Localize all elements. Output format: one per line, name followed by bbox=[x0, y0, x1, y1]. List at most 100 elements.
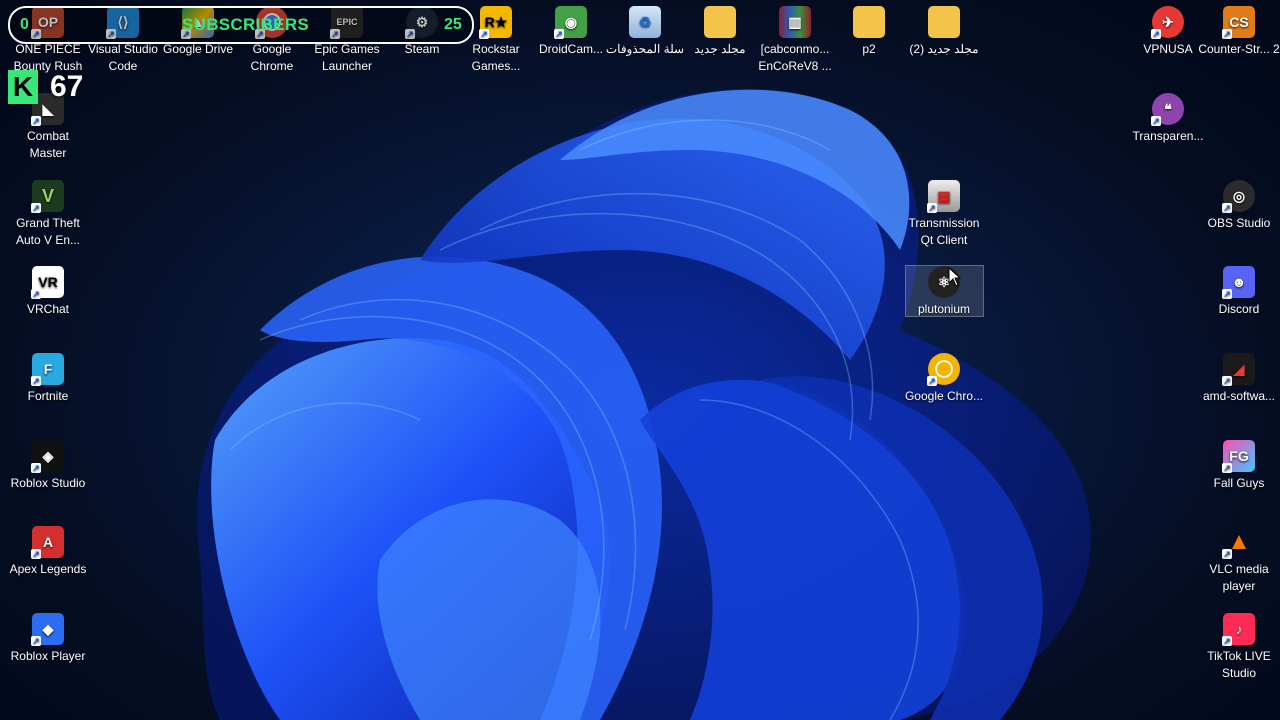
fall-guys-icon: FG ↗ bbox=[1222, 440, 1255, 473]
shortcut-arrow-icon: ↗ bbox=[1222, 549, 1232, 559]
desktop-icon-gta[interactable]: V ↗ Grand Theft Auto V En... bbox=[7, 180, 89, 248]
desktop-icon-folder-new[interactable]: مجلد جديد bbox=[679, 6, 761, 58]
desktop-icon-transmission[interactable]: ▣ ↗ Transmission Qt Client bbox=[903, 180, 985, 248]
shortcut-arrow-icon: ↗ bbox=[1151, 116, 1161, 126]
desktop-icon-folder-new-2[interactable]: مجلد جديد (2) bbox=[903, 6, 985, 58]
folder-icon bbox=[928, 6, 960, 38]
discord-icon: ☻ ↗ bbox=[1222, 266, 1255, 299]
icon-label: سلة المحذوفات bbox=[605, 42, 685, 56]
icon-label: Apex Legends bbox=[9, 562, 87, 576]
icon-label: Epic Games Launcher bbox=[314, 42, 380, 73]
desktop-icon-obs[interactable]: ◎ ↗ OBS Studio bbox=[1198, 180, 1280, 232]
desktop-icon-recycle-bin[interactable]: ♻ سلة المحذوفات bbox=[604, 6, 686, 58]
chrome-canary-icon: ↗ bbox=[927, 353, 960, 386]
recycle-bin-icon: ♻ bbox=[629, 6, 661, 38]
tiktok-icon: ♪ ↗ bbox=[1222, 613, 1255, 646]
icon-label: plutonium bbox=[917, 302, 971, 316]
kick-count: 67 bbox=[50, 70, 84, 103]
shortcut-arrow-icon: ↗ bbox=[1222, 376, 1232, 386]
apex-legends-icon: A ↗ bbox=[31, 526, 64, 559]
mouse-cursor-icon bbox=[948, 267, 962, 287]
obs-icon: ◎ ↗ bbox=[1222, 180, 1255, 213]
icon-label: Transmission Qt Client bbox=[908, 216, 980, 247]
rockstar-icon: R★ ↗ bbox=[479, 6, 512, 39]
shortcut-arrow-icon: ↗ bbox=[554, 29, 564, 39]
shortcut-arrow-icon: ↗ bbox=[31, 116, 41, 126]
icon-label: Grand Theft Auto V En... bbox=[15, 216, 81, 247]
folder-icon bbox=[704, 6, 736, 38]
shortcut-arrow-icon: ↗ bbox=[1222, 203, 1232, 213]
wallpaper-bloom bbox=[196, 89, 1091, 720]
droidcam-icon: ◉ ↗ bbox=[554, 6, 587, 39]
archive-icon: ▥ bbox=[779, 6, 811, 38]
icon-label: ONE PIECE Bounty Rush bbox=[13, 42, 83, 73]
desktop-icon-vpnusa[interactable]: ✈ ↗ VPNUSA bbox=[1127, 6, 1209, 58]
gta-icon: V ↗ bbox=[31, 180, 64, 213]
desktop-icon-fortnite[interactable]: F ↗ Fortnite bbox=[7, 353, 89, 405]
desktop-icon-tiktok[interactable]: ♪ ↗ TikTok LIVE Studio bbox=[1198, 613, 1280, 681]
icon-label: Transparen... bbox=[1132, 129, 1204, 143]
icon-label: Google Chrome bbox=[250, 42, 294, 73]
vrchat-icon: VR ↗ bbox=[31, 266, 64, 299]
desktop-icon-roblox-studio[interactable]: ◈ ↗ Roblox Studio bbox=[7, 440, 89, 492]
icon-label: Counter-Str... 2 bbox=[1198, 42, 1280, 56]
icon-label: Visual Studio Code bbox=[88, 42, 158, 73]
counter-strike-icon: CS ↗ bbox=[1222, 6, 1255, 39]
icon-label: Roblox Studio bbox=[10, 476, 86, 490]
desktop-icon-discord[interactable]: ☻ ↗ Discord bbox=[1198, 266, 1280, 318]
icon-label: Roblox Player bbox=[10, 649, 86, 663]
shortcut-arrow-icon: ↗ bbox=[479, 29, 489, 39]
icon-label: OBS Studio bbox=[1207, 216, 1271, 230]
icon-label: Steam bbox=[404, 42, 440, 56]
shortcut-arrow-icon: ↗ bbox=[1151, 29, 1161, 39]
desktop-icon-counterstrike[interactable]: CS ↗ Counter-Str... 2 bbox=[1198, 6, 1280, 58]
shortcut-arrow-icon: ↗ bbox=[31, 636, 41, 646]
icon-label: VRChat bbox=[26, 302, 70, 316]
shortcut-arrow-icon: ↗ bbox=[31, 289, 41, 299]
icon-label: Google Chro... bbox=[904, 389, 984, 403]
shortcut-arrow-icon: ↗ bbox=[1222, 463, 1232, 473]
transmission-icon: ▣ ↗ bbox=[927, 180, 960, 213]
subscriber-goal-overlay: 0 SUBSCRIBERS 25 bbox=[8, 6, 474, 44]
roblox-studio-icon: ◈ ↗ bbox=[31, 440, 64, 473]
desktop-icon-plutonium[interactable]: ⚛ plutonium bbox=[903, 266, 985, 318]
desktop-icon-roblox-player[interactable]: ◆ ↗ Roblox Player bbox=[7, 613, 89, 665]
desktop-icon-droidcam[interactable]: ◉ ↗ DroidCam... bbox=[530, 6, 612, 58]
icon-label: DroidCam... bbox=[538, 42, 603, 56]
shortcut-arrow-icon: ↗ bbox=[927, 376, 937, 386]
chat-bubble-icon: ❝ ↗ bbox=[1151, 93, 1184, 126]
subscriber-count-start: 0 bbox=[20, 16, 29, 33]
icon-label: Rockstar Games... bbox=[471, 42, 521, 73]
kick-viewer-overlay: K 67 bbox=[8, 70, 83, 104]
folder-icon bbox=[853, 6, 885, 38]
subscriber-label: SUBSCRIBERS bbox=[182, 15, 310, 34]
shortcut-arrow-icon: ↗ bbox=[1222, 289, 1232, 299]
desktop-icon-transparent[interactable]: ❝ ↗ Transparen... bbox=[1127, 93, 1209, 145]
icon-label: مجلد جديد bbox=[694, 42, 746, 56]
desktop-icon-chrome-2[interactable]: ↗ Google Chro... bbox=[903, 353, 985, 405]
desktop-icon-cabcon[interactable]: ▥ [cabconmo... EnCoReV8 ... bbox=[754, 6, 836, 74]
desktop-icon-apex[interactable]: A ↗ Apex Legends bbox=[7, 526, 89, 578]
vlc-cone-icon: ▲ ↗ bbox=[1222, 527, 1251, 559]
subscriber-goal: 25 bbox=[444, 16, 462, 33]
shortcut-arrow-icon: ↗ bbox=[1222, 29, 1232, 39]
desktop-icon-vlc[interactable]: ▲ ↗ VLC media player bbox=[1198, 526, 1280, 594]
icon-label: Discord bbox=[1218, 302, 1260, 316]
icon-label: TikTok LIVE Studio bbox=[1207, 649, 1271, 680]
icon-label: Fortnite bbox=[27, 389, 69, 403]
icon-label: amd-softwa... bbox=[1202, 389, 1276, 403]
desktop-icon-p2[interactable]: p2 bbox=[828, 6, 910, 58]
desktop-icon-fall-guys[interactable]: FG ↗ Fall Guys bbox=[1198, 440, 1280, 492]
icon-label: [cabconmo... EnCoReV8 ... bbox=[758, 42, 832, 73]
icon-label: Fall Guys bbox=[1213, 476, 1265, 490]
desktop-icon-vrchat[interactable]: VR ↗ VRChat bbox=[7, 266, 89, 318]
fortnite-icon: F ↗ bbox=[31, 353, 64, 386]
shortcut-arrow-icon: ↗ bbox=[927, 203, 937, 213]
kick-logo-icon: K bbox=[8, 70, 38, 104]
shortcut-arrow-icon: ↗ bbox=[31, 203, 41, 213]
icon-label: p2 bbox=[862, 42, 876, 56]
roblox-player-icon: ◆ ↗ bbox=[31, 613, 64, 646]
icon-label: Combat Master bbox=[26, 129, 70, 160]
amd-icon: ◢ ↗ bbox=[1222, 353, 1255, 386]
desktop-icon-amd[interactable]: ◢ ↗ amd-softwa... bbox=[1198, 353, 1280, 405]
